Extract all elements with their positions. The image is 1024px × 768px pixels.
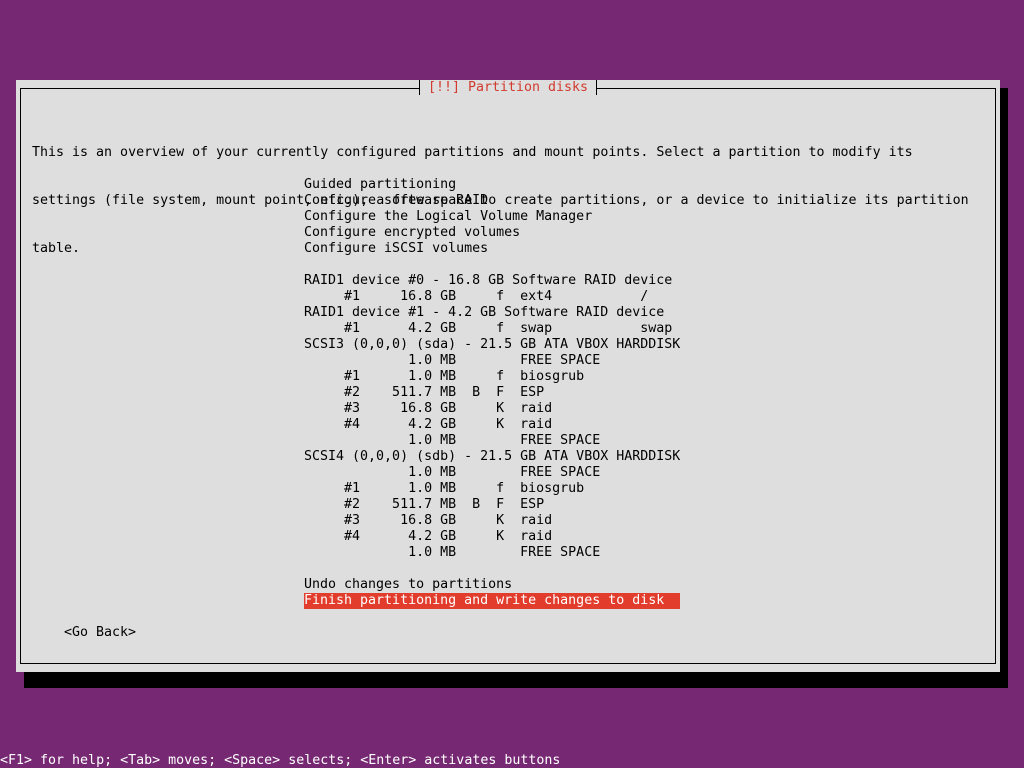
partition-sda-1[interactable]: #1 1.0 MB f biosgrub (304, 369, 680, 385)
intro-line: This is an overview of your currently co… (32, 145, 913, 160)
menu-item-configure-software-raid[interactable]: Configure software RAID (304, 193, 680, 209)
free-space-sdb-2[interactable]: 1.0 MB FREE SPACE (304, 545, 680, 561)
dialog-title: [!!] Partition disks (16, 80, 1000, 96)
partition-md0-1[interactable]: #1 16.8 GB f ext4 / (304, 289, 680, 305)
free-space-sda-1[interactable]: 1.0 MB FREE SPACE (304, 353, 680, 369)
device-raid1-md0[interactable]: RAID1 device #0 - 16.8 GB Software RAID … (304, 273, 680, 289)
free-space-sda-2[interactable]: 1.0 MB FREE SPACE (304, 433, 680, 449)
partition-sda-3[interactable]: #3 16.8 GB K raid (304, 401, 680, 417)
menu-spacer (304, 561, 680, 577)
menu-spacer (304, 257, 680, 273)
installer-screen: [!!] Partition disks This is an overview… (0, 0, 1024, 768)
device-sda[interactable]: SCSI3 (0,0,0) (sda) - 21.5 GB ATA VBOX H… (304, 337, 680, 353)
device-sdb[interactable]: SCSI4 (0,0,0) (sdb) - 21.5 GB ATA VBOX H… (304, 449, 680, 465)
device-raid1-md1[interactable]: RAID1 device #1 - 4.2 GB Software RAID d… (304, 305, 680, 321)
partition-sdb-3[interactable]: #3 16.8 GB K raid (304, 513, 680, 529)
go-back-button[interactable]: <Go Back> (64, 625, 136, 641)
dialog-title-text: [!!] Partition disks (418, 80, 598, 95)
menu-item-configure-iscsi-volumes[interactable]: Configure iSCSI volumes (304, 241, 680, 257)
partition-dialog: [!!] Partition disks This is an overview… (16, 80, 1000, 672)
menu-item-finish-partitioning[interactable]: Finish partitioning and write changes to… (304, 593, 680, 609)
partition-sdb-4[interactable]: #4 4.2 GB K raid (304, 529, 680, 545)
free-space-sdb-1[interactable]: 1.0 MB FREE SPACE (304, 465, 680, 481)
partition-sda-2[interactable]: #2 511.7 MB B F ESP (304, 385, 680, 401)
partition-sdb-2[interactable]: #2 511.7 MB B F ESP (304, 497, 680, 513)
partition-sdb-1[interactable]: #1 1.0 MB f biosgrub (304, 481, 680, 497)
partition-sda-4[interactable]: #4 4.2 GB K raid (304, 417, 680, 433)
partition-menu: Guided partitioning Configure software R… (304, 177, 680, 609)
partition-md1-1[interactable]: #1 4.2 GB f swap swap (304, 321, 680, 337)
menu-item-guided-partitioning[interactable]: Guided partitioning (304, 177, 680, 193)
help-bar: <F1> for help; <Tab> moves; <Space> sele… (0, 753, 561, 768)
menu-item-undo-changes[interactable]: Undo changes to partitions (304, 577, 680, 593)
menu-item-configure-lvm[interactable]: Configure the Logical Volume Manager (304, 209, 680, 225)
menu-item-configure-encrypted-volumes[interactable]: Configure encrypted volumes (304, 225, 680, 241)
